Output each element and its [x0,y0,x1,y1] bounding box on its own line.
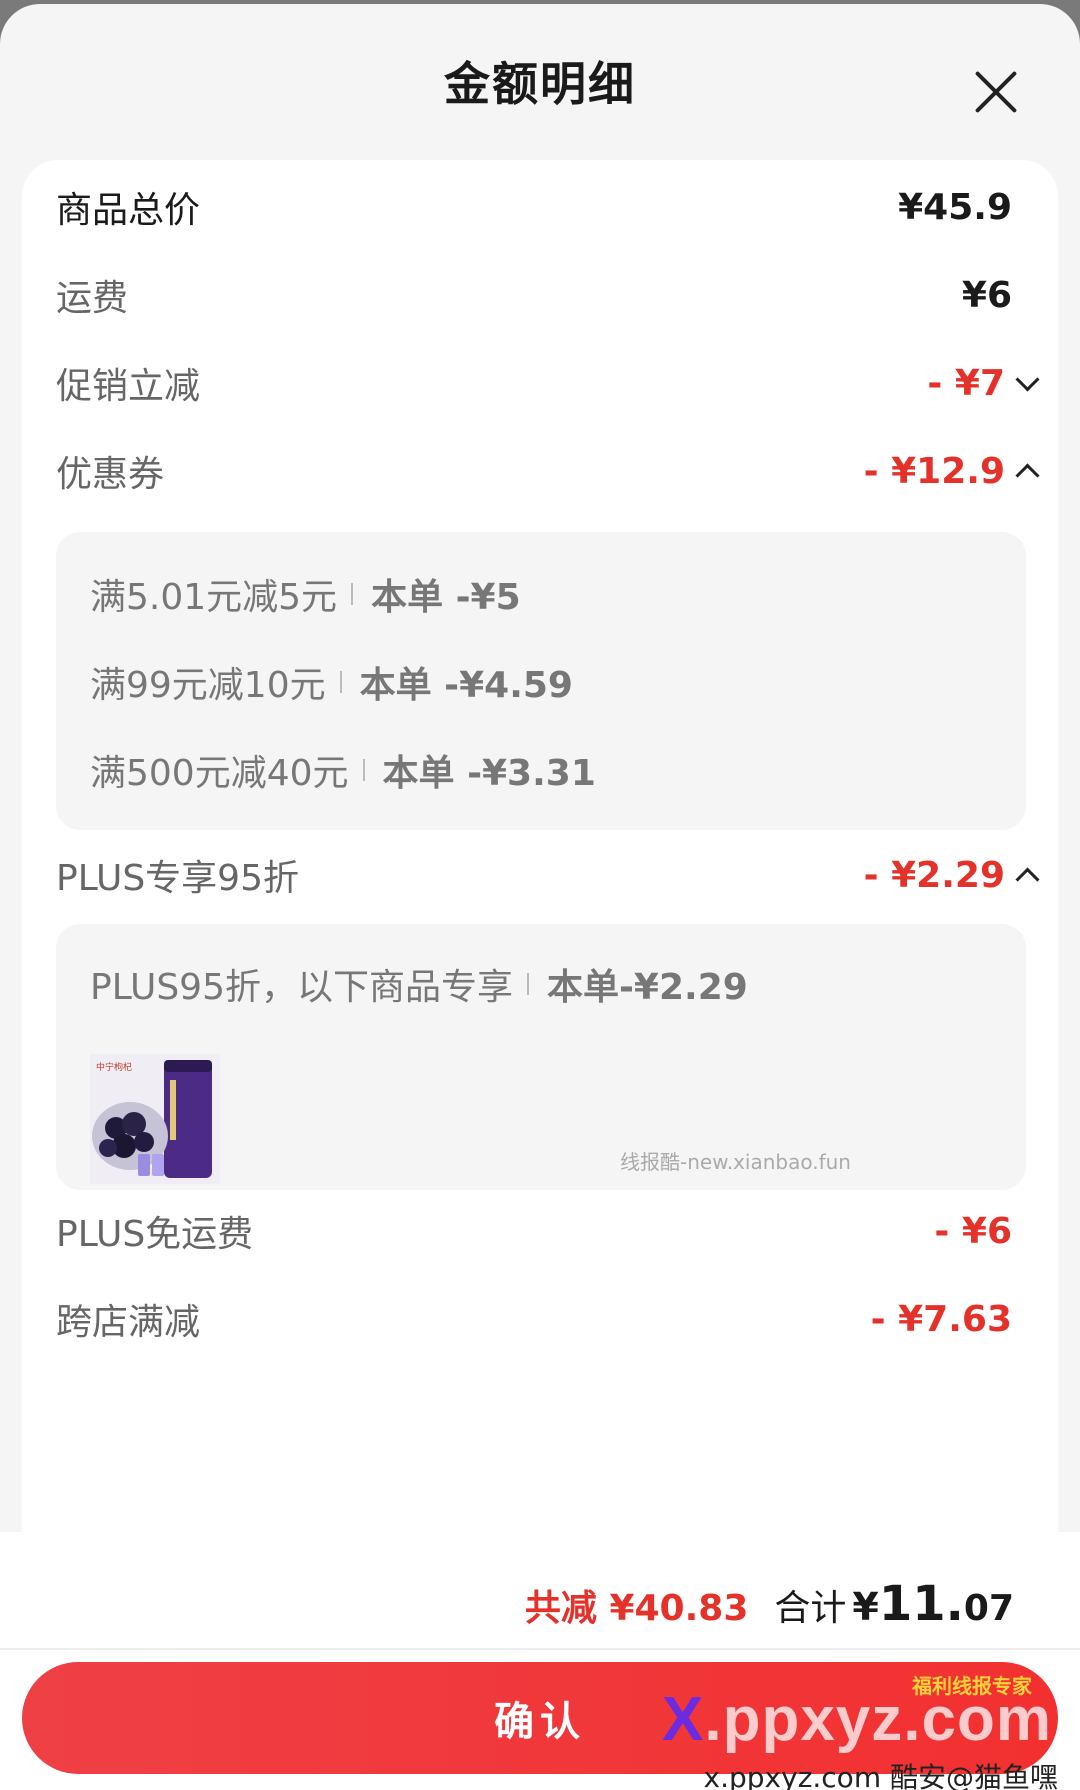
detail-card: 商品总价 ¥45.9 运费 ¥6 促销立减 - ¥7 优惠券 - ¥12.9 满… [22,160,1058,1580]
watermark-logo-rest: .ppxyz.com [704,1685,1052,1754]
footer-divider [0,1648,1080,1650]
plus-detail-line: PLUS95折，以下商品专享 本单-¥2.29 [90,954,748,1014]
coupon-applied: 本单 -¥3.31 [382,753,596,794]
coupon-item: 满500元减40元 本单 -¥3.31 [90,740,596,800]
coupon-item: 满5.01元减5元 本单 -¥5 [90,564,521,624]
row-promo[interactable]: 促销立减 - ¥7 [56,348,1046,418]
row-cross-store: 跨店满减 - ¥7.63 [56,1284,1046,1354]
shipping-value: ¥6 [961,274,1012,316]
total-decimal: 07 [963,1588,1014,1629]
watermark-logo-x: X [662,1685,705,1754]
cross-store-value: - ¥7.63 [870,1298,1012,1340]
total-integer: 11. [878,1576,964,1632]
coupon-rule: 满500元减40元 [90,753,349,794]
row-plus-free-ship: PLUS免运费 - ¥6 [56,1196,1046,1266]
coupon-label: 优惠券 [56,454,165,495]
plus-discount-value-wrap: - ¥2.29 [864,855,1046,896]
cross-store-label: 跨店满减 [56,1302,201,1343]
plus-rule: PLUS95折，以下商品专享 [90,967,513,1008]
goods-total-value: ¥45.9 [898,186,1012,228]
coupon-applied: 本单 -¥4.59 [359,665,573,706]
promo-value: - ¥7 [927,362,1005,404]
promo-label: 促销立减 [56,366,201,407]
plus-free-ship-label: PLUS免运费 [56,1214,254,1255]
watermark-logo: X.ppxyz.com [662,1684,1052,1755]
row-shipping: 运费 ¥6 [56,260,1046,330]
total-saved: 共减 ¥40.83 [524,1588,749,1629]
watermark-credit: x.ppxyz.com 酷安@猫鱼嘿 [703,1761,1058,1790]
amount-detail-sheet: 金额明细 商品总价 ¥45.9 运费 ¥6 促销立减 - ¥7 优惠券 - ¥1… [0,4,1080,1790]
chevron-down-icon[interactable] [1015,366,1040,392]
chevron-up-icon[interactable] [1015,866,1040,892]
coupon-value-wrap: - ¥12.9 [864,451,1046,492]
coupon-rule: 满5.01元减5元 [90,577,338,618]
totals: 共减 ¥40.83 合计 ¥ 11. 07 [525,1576,1014,1632]
coupon-value: - ¥12.9 [863,450,1005,492]
coupon-applied: 本单 -¥5 [371,577,521,618]
watermark-text: 线报酷-new.xianbao.fun [620,1150,851,1174]
total-label: 合计 [774,1588,847,1629]
total-currency: ¥ [852,1585,879,1629]
divider [526,973,529,995]
chevron-up-icon[interactable] [1015,462,1040,488]
shipping-label: 运费 [56,278,129,319]
plus-applied: 本单-¥2.29 [546,967,748,1008]
plus-detail-box: PLUS95折，以下商品专享 本单-¥2.29 中宁枸杞 线报酷-new.xia [56,924,1026,1190]
plus-discount-label: PLUS专享95折 [56,858,299,899]
goods-total-label: 商品总价 [56,190,201,231]
divider [351,583,354,605]
coupon-rule: 满99元减10元 [90,665,326,706]
row-goods-total: 商品总价 ¥45.9 [56,172,1046,242]
product-thumbnail[interactable]: 中宁枸杞 [90,1054,220,1184]
plus-discount-value: - ¥2.29 [863,854,1005,896]
coupon-item: 满99元减10元 本单 -¥4.59 [90,652,573,712]
plus-free-ship-value: - ¥6 [934,1210,1012,1252]
close-icon[interactable] [972,68,1020,116]
promo-value-wrap: - ¥7 [927,363,1046,404]
divider [339,671,342,693]
sheet-title: 金额明细 [444,57,636,111]
divider [362,759,365,781]
svg-text:中宁枸杞: 中宁枸杞 [96,1061,132,1073]
footer-bar: 共减 ¥40.83 合计 ¥ 11. 07 确认 福利线报专家 X.ppxyz.… [0,1532,1080,1790]
confirm-label: 确认 [494,1699,586,1745]
coupon-list: 满5.01元减5元 本单 -¥5 满99元减10元 本单 -¥4.59 满500… [56,532,1026,830]
row-coupon[interactable]: 优惠券 - ¥12.9 [56,436,1046,506]
row-plus-discount[interactable]: PLUS专享95折 - ¥2.29 [56,840,1046,910]
